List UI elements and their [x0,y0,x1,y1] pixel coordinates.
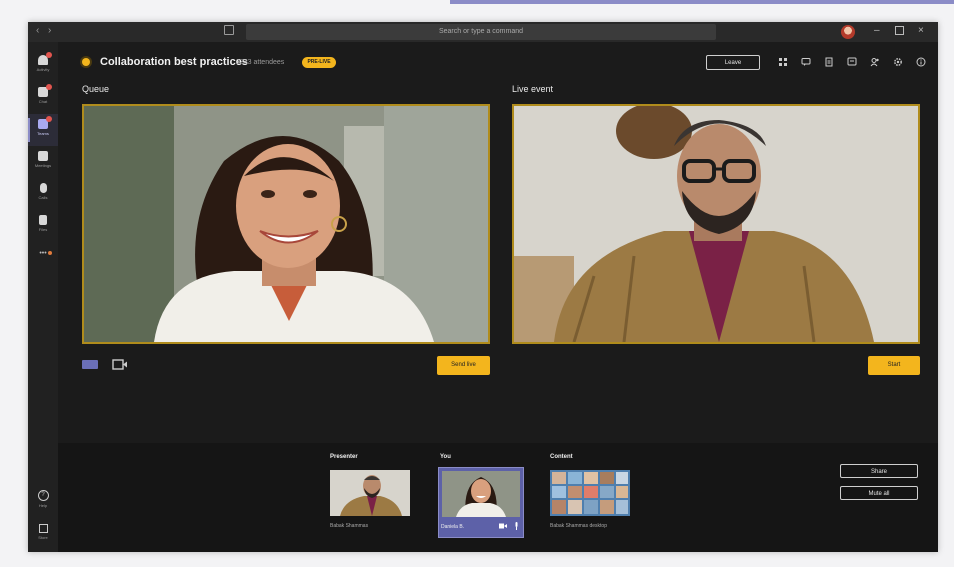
gear-icon[interactable] [893,57,903,67]
rail-item-label: Activity [36,67,50,72]
notification-badge [46,116,52,122]
microphone-icon[interactable] [514,522,519,530]
self-name: Daniela B. [441,524,465,530]
notes-icon[interactable] [824,57,834,67]
rail-item-label: Files [38,227,48,232]
content-thumbnail[interactable] [550,470,630,516]
file-icon [39,215,47,225]
rail-item-label: Meetings [34,163,52,168]
attendee-count: 3333 attendees [236,59,285,66]
minimize-icon[interactable]: – [874,25,880,36]
title-bar: ‹ › Search or type a command – × [28,22,938,42]
camera-toggle-icon[interactable] [82,360,98,369]
store-label: Store [38,535,48,540]
share-button[interactable]: Share [840,464,918,478]
meeting-title: Collaboration best practices [100,56,248,68]
teams-window: ‹ › Search or type a command – × Activit… [28,22,938,552]
forward-icon[interactable]: › [48,25,51,36]
qna-icon[interactable] [847,57,857,67]
presenter-thumbnail-image [330,470,410,516]
presenter-thumbnail[interactable] [330,470,410,516]
avatar[interactable] [841,25,855,39]
layout-icon[interactable] [778,57,788,67]
compose-icon[interactable] [224,25,234,35]
store-icon [38,524,48,533]
presenter-video-image [84,106,488,342]
live-event-label: Live event [512,84,554,94]
rail-item-calls[interactable]: Calls [28,178,58,210]
live-event-video[interactable] [512,104,920,344]
queue-video[interactable] [82,104,490,344]
content-caption: Babak Shammas desktop [550,523,607,529]
switch-camera-icon[interactable] [112,359,128,370]
app-rail: Activity Chat Teams Meetings Calls Files… [28,42,58,552]
rail-item-meetings[interactable]: Meetings [28,146,58,178]
live-status-icon [82,58,90,66]
rail-item-files[interactable]: Files [28,210,58,242]
help-icon: ? [37,490,49,501]
notification-badge [48,251,52,255]
queue-label: Queue [82,84,110,94]
store-button[interactable]: Store [28,524,58,540]
status-badge: PRE-LIVE [302,57,336,68]
rail-item-label: Chat [38,99,48,104]
notification-badge [46,84,52,90]
rail-item-chat[interactable]: Chat [28,82,58,114]
live-video-image [514,106,918,342]
leave-button[interactable]: Leave [706,55,760,70]
video-camera-icon[interactable] [499,523,507,529]
phone-icon [39,183,47,193]
help-button[interactable]: ? Help [28,490,58,508]
close-icon[interactable]: × [918,25,924,36]
rail-item-more[interactable]: ••• [28,242,58,274]
back-icon[interactable]: ‹ [36,25,39,36]
send-live-button[interactable]: Send live [437,356,490,375]
rail-item-activity[interactable]: Activity [28,50,58,82]
mute-all-button[interactable]: Mute all [840,486,918,500]
search-input[interactable]: Search or type a command [246,24,716,40]
calendar-icon [38,151,48,161]
chat-icon[interactable] [801,57,811,67]
help-label: Help [38,503,48,508]
info-icon[interactable] [916,57,926,67]
presenter-name: Babak Shammas [330,523,369,529]
more-icon: ••• [39,250,47,257]
maximize-icon[interactable] [895,26,904,35]
you-label: You [440,454,451,460]
notification-badge [46,52,52,58]
presenter-label: Presenter [330,454,358,460]
accent-line [450,0,954,4]
self-video-image [442,471,520,517]
content-grid-image [550,470,630,516]
people-icon[interactable] [870,57,880,67]
rail-item-label: Calls [38,195,48,200]
start-button[interactable]: Start [868,356,920,375]
content-label: Content [550,454,573,460]
rail-item-teams[interactable]: Teams [28,114,58,146]
rail-item-label: Teams [37,131,49,136]
